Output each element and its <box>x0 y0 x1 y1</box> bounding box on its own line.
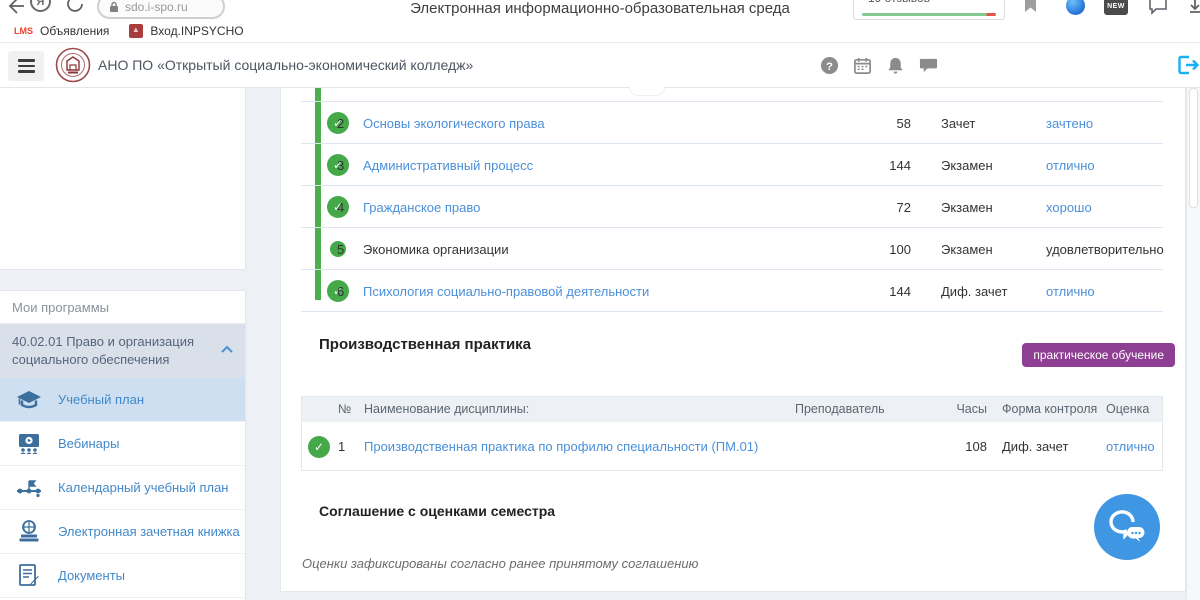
sidebar-item-webinars[interactable]: Вебинары <box>0 422 245 466</box>
logout-icon[interactable] <box>1176 53 1200 77</box>
graduation-cap-icon <box>16 390 42 410</box>
milestones-icon <box>16 478 42 498</box>
sidebar-section-title: Мои программы <box>0 291 245 324</box>
sidebar-menu: Мои программы 40.02.01 Право и организац… <box>0 290 246 600</box>
practice-badge: практическое обучение <box>1022 343 1175 367</box>
rating-bar <box>862 13 996 16</box>
table-row: ✓ 6 Психология социально-правовой деятел… <box>301 270 1163 312</box>
table-row-partial <box>301 88 1163 102</box>
practice-link[interactable]: Производственная практика по профилю спе… <box>364 439 758 454</box>
page-body: Мои программы 40.02.01 Право и организац… <box>0 88 1200 600</box>
back-icon[interactable] <box>5 0 25 16</box>
browser-home-icon[interactable]: Я <box>30 0 51 12</box>
svg-text:?: ? <box>826 61 833 73</box>
app-window: Я sdo.i-spo.ru Электронная информационно… <box>0 0 1200 600</box>
support-chat-button[interactable] <box>1094 494 1160 560</box>
new-badge[interactable]: NEW <box>1104 0 1128 15</box>
bookmark-announcements[interactable]: LMS Объявления <box>8 22 115 40</box>
table-row: ✓ 2 Основы экологического права 58 Зачет… <box>301 102 1163 144</box>
sidebar-item-documents[interactable]: Документы <box>0 554 245 598</box>
grade-link[interactable]: отлично <box>1106 439 1155 454</box>
grade-link[interactable]: хорошо <box>1046 200 1092 215</box>
document-pencil-icon <box>16 564 42 588</box>
calendar-icon[interactable] <box>853 56 872 75</box>
bookmarks-bar: LMS Объявления Вход.INPSYCHO <box>0 20 1200 43</box>
practice-table-header: № Наименование дисциплины: Преподаватель… <box>302 397 1162 422</box>
discipline-link[interactable]: Основы экологического права <box>363 116 545 131</box>
grade-link[interactable]: отлично <box>1046 158 1095 173</box>
messages-icon[interactable] <box>919 56 938 75</box>
grade-link[interactable]: отлично <box>1046 284 1095 299</box>
table-row: ✓ 4 Гражданское право 72 Экзамен хорошо <box>301 186 1163 228</box>
webinar-icon <box>16 433 42 455</box>
feedback-icon[interactable] <box>1148 0 1168 15</box>
downloads-icon[interactable] <box>1188 0 1200 16</box>
practice-table: № Наименование дисциплины: Преподаватель… <box>301 396 1163 471</box>
scrollbar-thumb[interactable] <box>1189 88 1198 208</box>
scrollbar[interactable] <box>1186 88 1200 600</box>
agreement-title: Соглашение с оценками семестра <box>319 503 555 519</box>
app-header: АНО ПО «Открытый социально-экономический… <box>0 43 1200 88</box>
sidebar-item-gradebook[interactable]: Электронная зачетная книжка <box>0 510 245 554</box>
sidebar-empty-panel <box>0 88 246 270</box>
grade-label: удовлетворительно <box>1046 242 1164 257</box>
url-text: sdo.i-spo.ru <box>125 0 188 14</box>
help-icon[interactable]: ? <box>820 56 839 75</box>
check-circle-icon: ✓ <box>308 436 330 458</box>
table-row: ✓ 1 Производственная практика по профилю… <box>302 422 1162 471</box>
notifications-bell-icon[interactable] <box>886 56 905 75</box>
discipline-link[interactable]: Гражданское право <box>363 200 480 215</box>
lock-icon <box>109 1 119 13</box>
agreement-note: Оценки зафиксированы согласно ранее прин… <box>302 556 698 571</box>
grade-link[interactable]: зачтено <box>1046 116 1093 131</box>
globe-books-icon <box>16 520 42 544</box>
organization-title: АНО ПО «Открытый социально-экономический… <box>98 57 473 73</box>
browser-toolbar: Я sdo.i-spo.ru Электронная информационно… <box>0 0 1200 20</box>
sidebar-item-study-plan[interactable]: Учебный план <box>0 378 245 422</box>
college-emblem-logo <box>54 46 92 84</box>
content-card: ✓ 2 Основы экологического права 58 Зачет… <box>280 88 1186 592</box>
reload-icon[interactable] <box>66 0 86 15</box>
address-bar[interactable]: sdo.i-spo.ru <box>97 0 225 19</box>
page-title: Электронная информационно-образовательна… <box>300 0 900 17</box>
bookmark-inpsycho[interactable]: Вход.INPSYCHO <box>123 22 249 40</box>
menu-toggle-button[interactable] <box>8 51 44 81</box>
discipline-label: Экономика организации <box>363 242 509 257</box>
lms-favicon: LMS <box>14 26 33 36</box>
bookmark-icon[interactable] <box>1024 0 1037 13</box>
browser-logo-icon[interactable] <box>1066 0 1085 15</box>
sidebar-item-calendar-plan[interactable]: Календарный учебный план <box>0 466 245 510</box>
crest-favicon <box>129 24 143 38</box>
discipline-link[interactable]: Психология социально-правовой деятельнос… <box>363 284 649 299</box>
chat-bubbles-icon <box>1107 509 1147 545</box>
table-row: ✓ 3 Административный процесс 144 Экзамен… <box>301 144 1163 186</box>
practice-section-title: Производственная практика <box>319 336 531 353</box>
discipline-link[interactable]: Административный процесс <box>363 158 533 173</box>
table-row: 5 Экономика организации 100 Экзамен удов… <box>301 228 1163 270</box>
chevron-up-icon <box>221 345 233 353</box>
sidebar-program-item[interactable]: 40.02.01 Право и организация социального… <box>0 324 245 378</box>
site-rating-widget[interactable]: 19 отзывов <box>853 0 1005 20</box>
